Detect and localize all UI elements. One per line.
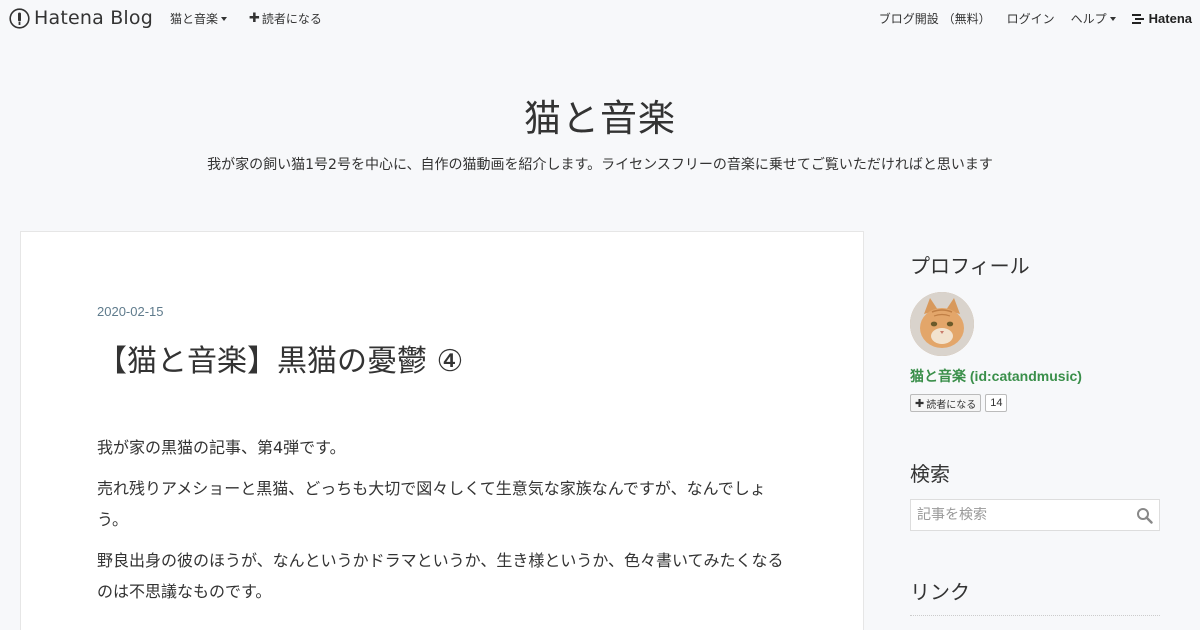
entry-title[interactable]: 【猫と音楽】黒猫の憂鬱 ④ [97, 336, 463, 380]
hatena-blog-brand[interactable]: Hatena Blog [9, 7, 153, 29]
chevron-down-icon [1109, 16, 1116, 21]
login-link[interactable]: ログイン [1007, 10, 1055, 27]
plus-icon: ✚ [915, 396, 925, 410]
subscribe-button[interactable]: ✚ 読者になる [910, 394, 982, 412]
entry-paragraph: 野良出身の彼のほうが、なんというかドラマというか、生き様というか、色々書いてみた… [97, 551, 784, 601]
subscriber-count[interactable]: 14 [985, 394, 1008, 412]
global-header: Hatena Blog 猫と音楽 ✚ 読者になる ブログ開設 （無料） ログイン… [0, 0, 1200, 36]
search-form [910, 499, 1160, 531]
subscribe-label: 読者になる [261, 12, 322, 26]
hatena-logo[interactable]: Hatena [1131, 11, 1192, 26]
hatena-logo-text: Hatena [1148, 11, 1192, 26]
brand-text: Hatena Blog [34, 7, 153, 29]
entry-paragraph: 売れ残りアメショーと黒猫、どっちも大切で図々しくて生意気な家族なんですが、なんで… [97, 479, 766, 529]
link-module-title: リンク [910, 580, 970, 604]
cat-avatar-image [910, 292, 974, 356]
search-module-title: 検索 [910, 462, 950, 486]
subscribe-link[interactable]: ✚ 読者になる [249, 10, 322, 27]
help-label: ヘルプ [1070, 12, 1107, 26]
search-input[interactable] [911, 507, 1131, 523]
search-icon[interactable] [1136, 507, 1153, 524]
blog-description: 我が家の飼い猫1号2号を中心に、自作の猫動画を紹介します。ライセンスフリーの音楽… [207, 157, 993, 173]
divider [910, 615, 1160, 616]
entry-paragraph: 我が家の黒猫の記事、第4弾です。 [97, 438, 346, 457]
avatar[interactable] [910, 292, 974, 356]
help-dropdown[interactable]: ヘルプ [1071, 10, 1116, 27]
account-nav: ブログ開設 （無料） ログイン ヘルプ Hatena [879, 10, 1200, 27]
blog-title[interactable]: 猫と音楽 [0, 88, 1200, 142]
hatena-blog-logo-icon [9, 7, 30, 29]
profile-name-link[interactable]: 猫と音楽 (id:catandmusic) [910, 366, 1082, 386]
sidebar: プロフィール 猫と音楽 (id:catandmusic) ✚ 読者になる 14 … [910, 250, 1160, 616]
entry-article: 2020-02-15 【猫と音楽】黒猫の憂鬱 ④ 我が家の黒猫の記事、第4弾です… [20, 231, 864, 630]
blog-menu-dropdown[interactable]: 猫と音楽 [170, 10, 228, 27]
entry-content: 我が家の黒猫の記事、第4弾です。 売れ残りアメショーと黒猫、どっちも大切で図々し… [97, 432, 787, 617]
blog-nav: 猫と音楽 ✚ 読者になる [170, 10, 344, 27]
entry-date[interactable]: 2020-02-15 [97, 304, 164, 319]
plus-icon: ✚ [249, 11, 260, 26]
blog-menu-label: 猫と音楽 [170, 12, 219, 26]
profile-module-title: プロフィール [910, 254, 1030, 278]
chevron-down-icon [221, 16, 228, 21]
subscribe-button-label: 読者になる [926, 399, 977, 411]
open-blog-link[interactable]: ブログ開設 （無料） [879, 10, 991, 27]
hatena-mark-icon [1131, 13, 1144, 24]
profile-subscribe: ✚ 読者になる 14 [910, 394, 1008, 412]
